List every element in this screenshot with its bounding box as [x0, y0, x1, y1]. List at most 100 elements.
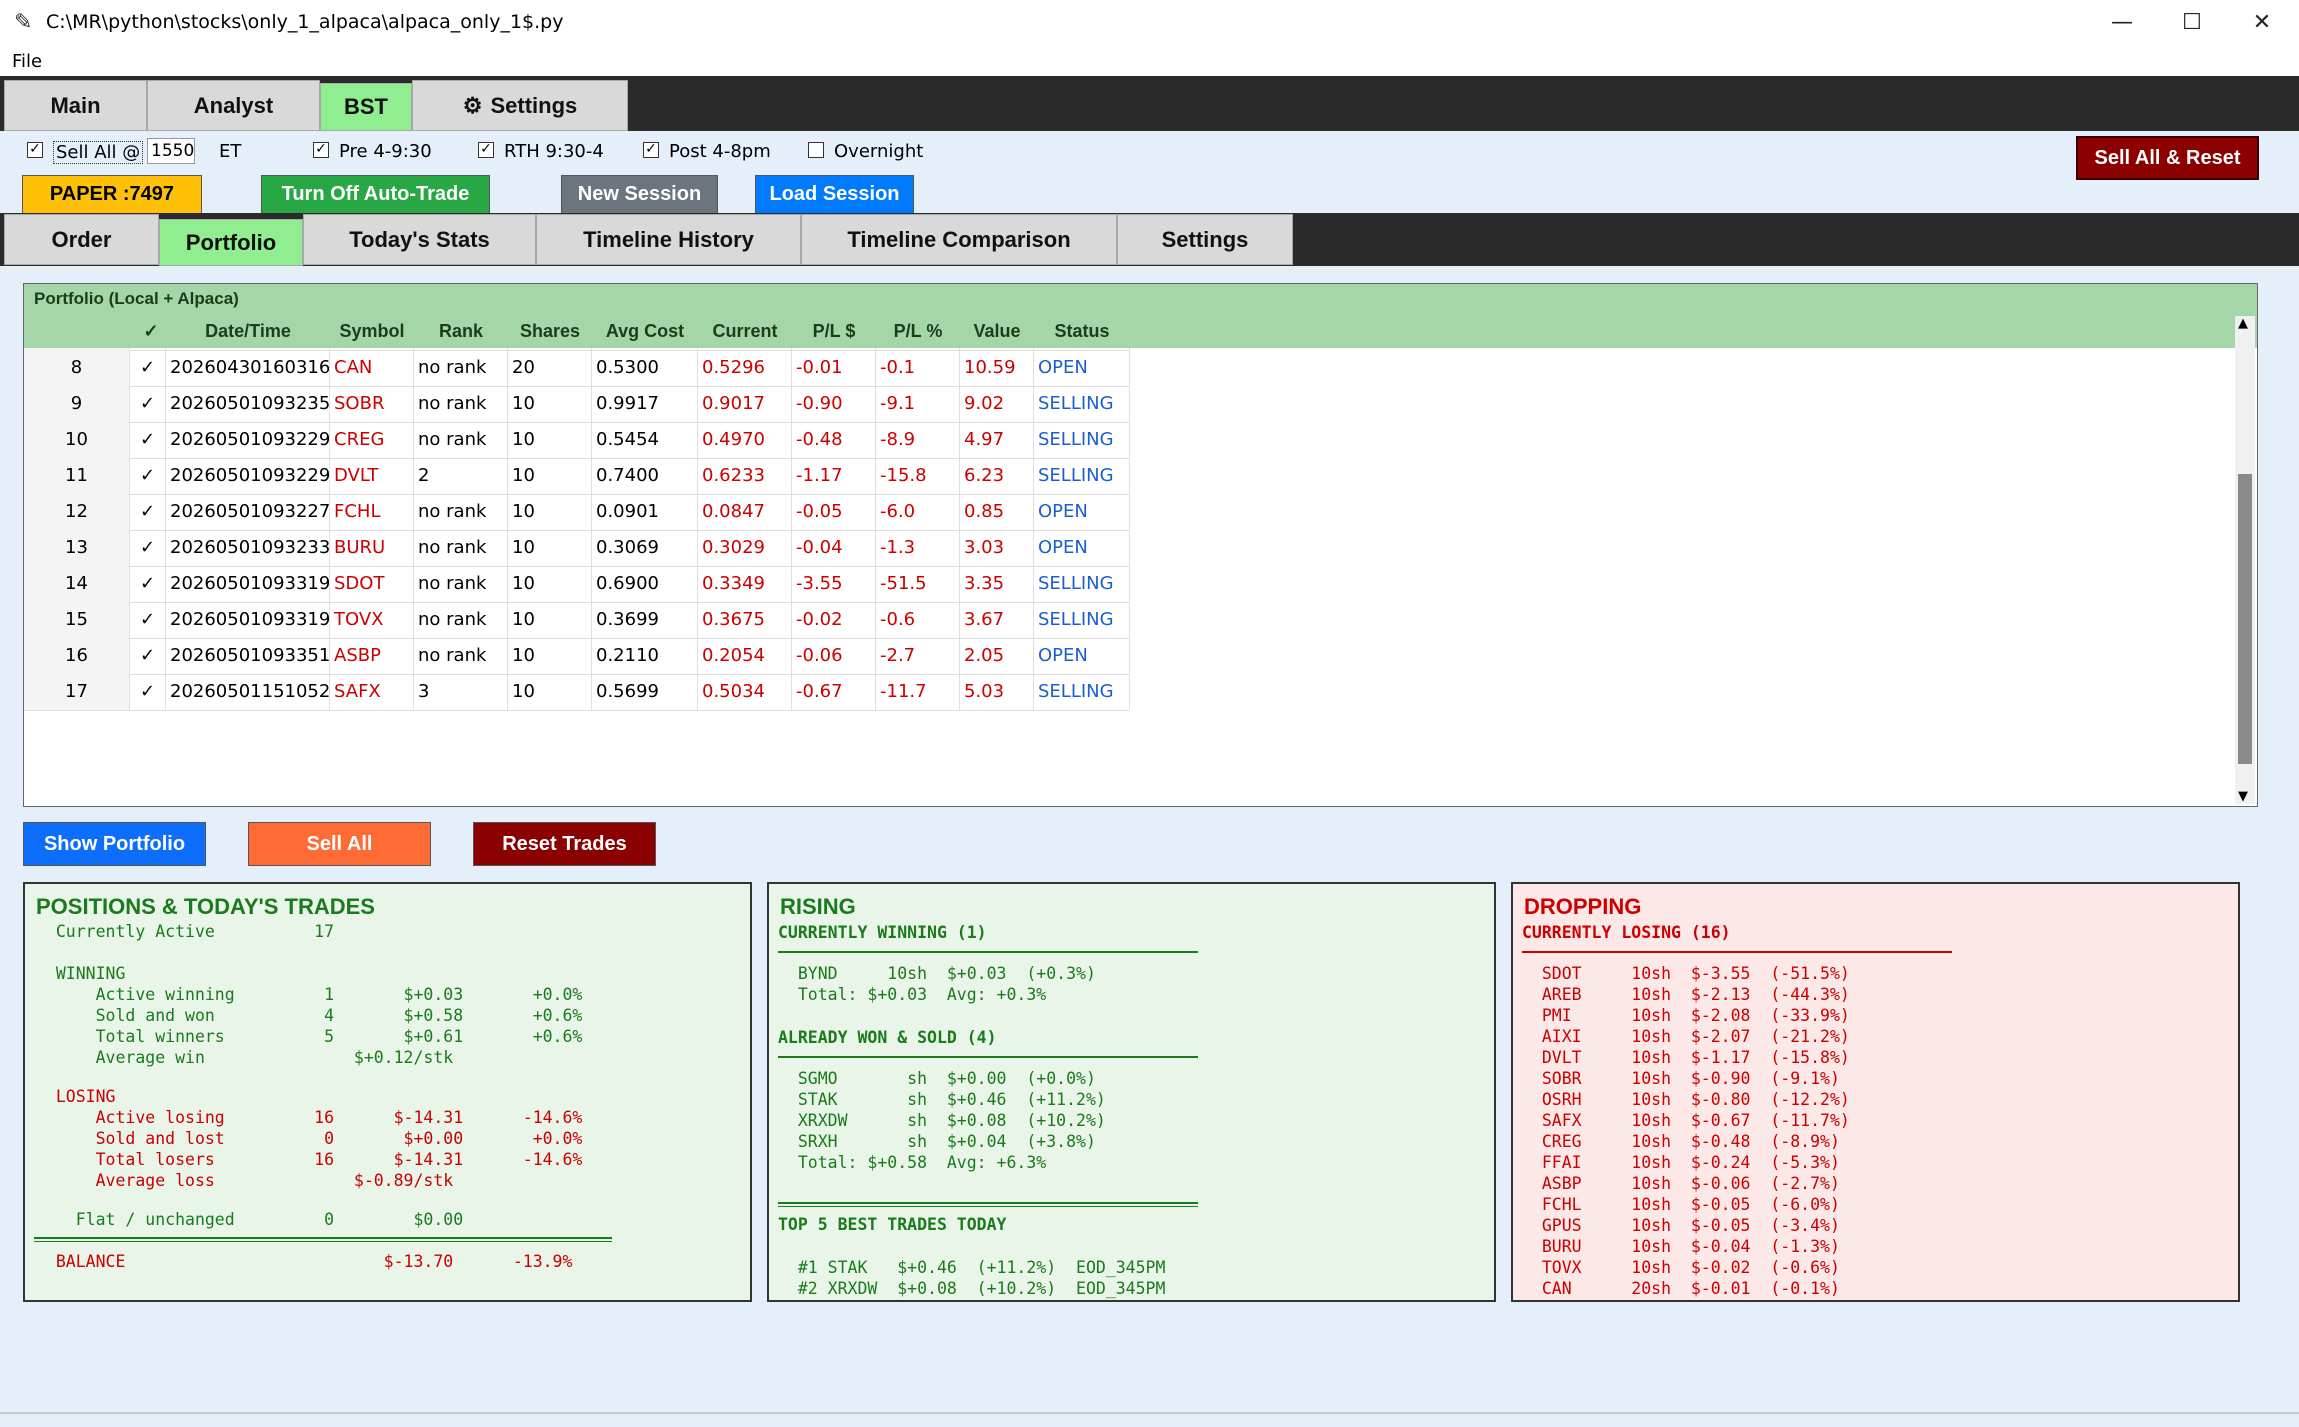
row-status: OPEN: [1034, 494, 1130, 530]
col-symbol[interactable]: Symbol: [330, 321, 414, 345]
table-scrollbar[interactable]: ▲ ▼: [2235, 316, 2255, 804]
table-row[interactable]: 12 ✓ 20260501093227 FCHL no rank 10 0.0901 0.08…: [24, 494, 1130, 531]
row-symbol: BURU: [330, 530, 414, 566]
auto-trade-toggle-button[interactable]: Turn Off Auto-Trade: [261, 175, 490, 214]
tab-analyst[interactable]: Analyst: [147, 80, 320, 131]
text-line: OSRH 10sh $-0.80 (-12.2%): [1522, 1090, 1850, 1109]
menu-file[interactable]: File: [12, 51, 42, 72]
overnight-label: Overnight: [834, 141, 924, 162]
col-pl-percent[interactable]: P/L %: [876, 321, 960, 345]
maximize-button[interactable]: ☐: [2157, 0, 2227, 46]
row-status: SELLING: [1034, 566, 1130, 602]
overnight-checkbox[interactable]: [808, 142, 824, 158]
sell-all-time-input[interactable]: 1550: [147, 138, 195, 164]
table-row[interactable]: 10 ✓ 20260501093229 CREG no rank 10 0.5454 0.49…: [24, 422, 1130, 459]
text-line: Total losers 16 $-14.31 -14.6%: [36, 1150, 583, 1169]
row-avg-cost: 0.7400: [592, 458, 698, 494]
row-datetime: 20260430160316: [166, 350, 330, 386]
row-symbol: SDOT: [330, 566, 414, 602]
row-shares: 10: [508, 566, 592, 602]
positions-losing-block: LOSING Active losing 16 $-14.31 -14.6% S…: [36, 1086, 583, 1191]
flat-line: Flat / unchanged 0 $0.00: [36, 1210, 464, 1229]
text-line: #1 STAK $+0.46 (+11.2%) EOD_345PM: [778, 1258, 1166, 1277]
col-status[interactable]: Status: [1034, 321, 1130, 345]
show-portfolio-button[interactable]: Show Portfolio: [23, 822, 206, 866]
col-value[interactable]: Value: [960, 321, 1034, 345]
row-avg-cost: 0.5699: [592, 674, 698, 710]
tab-main[interactable]: Main: [4, 80, 147, 131]
table-row[interactable]: 9 ✓ 20260501093235 SOBR no rank 10 0.9917 0.901…: [24, 386, 1130, 423]
post-market-checkbox[interactable]: ✓: [643, 142, 659, 158]
row-pl-percent: -2.7: [876, 638, 960, 674]
rth-checkbox[interactable]: ✓: [478, 142, 494, 158]
row-number: 16: [24, 638, 130, 674]
text-line: Sold and lost 0 $+0.00 +0.0%: [36, 1129, 583, 1148]
feather-icon: ✎: [14, 10, 33, 35]
positions-winning-block: Currently Active 17 WINNING Active winni…: [36, 921, 583, 1068]
table-row[interactable]: 15 ✓ 20260501093319 TOVX no rank 10 0.3699 0.36…: [24, 602, 1130, 639]
col-rank[interactable]: Rank: [414, 321, 508, 345]
text-line: Active losing 16 $-14.31 -14.6%: [36, 1108, 583, 1127]
text-line: #2 XRXDW $+0.08 (+10.2%) EOD_345PM: [778, 1279, 1166, 1298]
tab-timeline-comparison[interactable]: Timeline Comparison: [801, 214, 1117, 265]
text-line: AREB 10sh $-2.13 (-44.3%): [1522, 985, 1850, 1004]
text-line: ASBP 10sh $-0.06 (-2.7%): [1522, 1174, 1840, 1193]
row-pl-percent: -15.8: [876, 458, 960, 494]
row-number: 12: [24, 494, 130, 530]
tab-todays-stats[interactable]: Today's Stats: [303, 214, 536, 265]
table-row[interactable]: 11 ✓ 20260501093229 DVLT 2 10 0.7400 0.6233 -1.1…: [24, 458, 1130, 495]
table-row[interactable]: 13 ✓ 20260501093233 BURU no rank 10 0.3069 0.30…: [24, 530, 1130, 567]
new-session-button[interactable]: New Session: [561, 175, 718, 214]
top-trades-heading: TOP 5 BEST TRADES TODAY: [778, 1215, 1007, 1234]
sell-all-checkbox[interactable]: ✓: [27, 142, 43, 158]
dropping-divider: [1522, 951, 1952, 953]
col-current[interactable]: Current: [698, 321, 792, 345]
sell-all-reset-button[interactable]: Sell All & Reset: [2076, 136, 2259, 180]
tab-settings-top[interactable]: ⚙ Settings: [412, 80, 628, 131]
portfolio-header: Portfolio (Local + Alpaca) ✓ Date/Time S…: [24, 284, 2257, 348]
already-won-list: SGMO sh $+0.00 (+0.0%) STAK sh $+0.46 (+…: [778, 1068, 1106, 1173]
sell-all-button[interactable]: Sell All: [248, 822, 431, 866]
row-current: 0.0847: [698, 494, 792, 530]
tab-settings-label: Settings: [490, 92, 578, 118]
row-shares: 10: [508, 530, 592, 566]
table-row[interactable]: 17 ✓ 20260501151052 SAFX 3 10 0.5699 0.5034 -0.6…: [24, 674, 1130, 711]
tab-order[interactable]: Order: [4, 214, 159, 265]
scroll-down-arrow[interactable]: ▼: [2238, 789, 2248, 804]
tab-settings-sub[interactable]: Settings: [1117, 214, 1293, 265]
tab-timeline-history[interactable]: Timeline History: [536, 214, 801, 265]
col-datetime[interactable]: Date/Time: [166, 321, 330, 345]
row-pl-dollar: -0.48: [792, 422, 876, 458]
row-rank: no rank: [414, 494, 508, 530]
row-symbol: DVLT: [330, 458, 414, 494]
row-check: ✓: [130, 638, 166, 674]
pre-market-checkbox[interactable]: ✓: [313, 142, 329, 158]
close-button[interactable]: ✕: [2227, 0, 2297, 46]
table-row[interactable]: 8 ✓ 20260430160316 CAN no rank 20 0.5300 0.5296…: [24, 350, 1130, 387]
scrollbar-thumb[interactable]: [2238, 474, 2252, 764]
minimize-button[interactable]: —: [2087, 0, 2157, 46]
table-row[interactable]: 14 ✓ 20260501093319 SDOT no rank 10 0.6900 0.33…: [24, 566, 1130, 603]
row-datetime: 20260501093235: [166, 386, 330, 422]
balance-line: BALANCE $-13.70 -13.9%: [36, 1252, 573, 1271]
row-check: ✓: [130, 350, 166, 386]
col-shares[interactable]: Shares: [508, 321, 592, 345]
table-row[interactable]: 16 ✓ 20260501093351 ASBP no rank 10 0.2110 0.20…: [24, 638, 1130, 675]
text-line: [36, 942, 582, 963]
tab-portfolio[interactable]: Portfolio: [159, 219, 303, 266]
col-pl-dollar[interactable]: P/L $: [792, 321, 876, 345]
load-session-button[interactable]: Load Session: [755, 175, 914, 214]
row-number: 17: [24, 674, 130, 710]
row-pl-dollar: -0.04: [792, 530, 876, 566]
text-line: SRXH sh $+0.04 (+3.8%): [778, 1132, 1096, 1151]
col-avg-cost[interactable]: Avg Cost: [592, 321, 698, 345]
paper-account-badge[interactable]: PAPER :7497: [22, 175, 202, 214]
row-datetime: 20260501093229: [166, 458, 330, 494]
scroll-up-arrow[interactable]: ▲: [2238, 316, 2248, 331]
reset-trades-button[interactable]: Reset Trades: [473, 822, 656, 866]
tab-bst[interactable]: BST: [320, 83, 412, 131]
row-check: ✓: [130, 530, 166, 566]
row-pl-percent: -9.1: [876, 386, 960, 422]
row-number: 10: [24, 422, 130, 458]
row-datetime: 20260501093233: [166, 530, 330, 566]
